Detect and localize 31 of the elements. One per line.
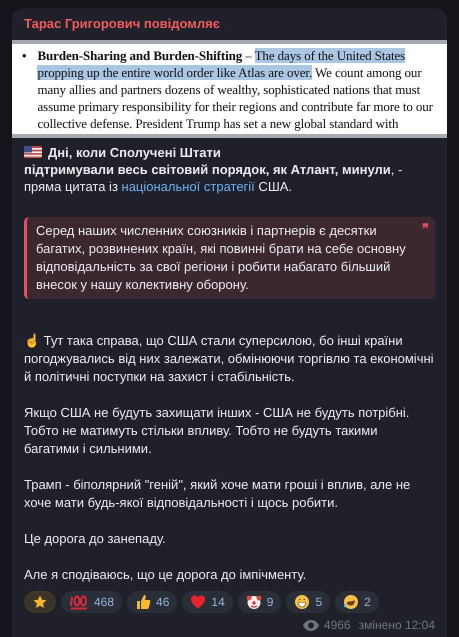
quote-mark: ❞ bbox=[422, 222, 429, 238]
laughing-face-icon bbox=[343, 594, 360, 610]
star-icon bbox=[32, 594, 48, 610]
sender-name: Тарас Григорович повідомляє bbox=[23, 15, 221, 33]
message-paragraph: Це дорога до занепаду. bbox=[24, 530, 167, 548]
view-count: 4966 bbox=[324, 617, 351, 634]
hundred-reaction-button[interactable]: 468 bbox=[61, 591, 122, 613]
flag-icon bbox=[24, 146, 42, 158]
document-image[interactable] bbox=[12, 40, 447, 138]
thumbs-reaction-button[interactable]: 46 bbox=[127, 591, 178, 613]
grinning-face-icon bbox=[294, 594, 310, 610]
quote-text: Серед наших численних союзників і партнерів є десятки багатих, розвинених країн, які повинні брати на себе основну відповідальність за свої регіони і робити набагато більший внесок у нашу колективну оборону. bbox=[36, 222, 407, 294]
grin-reaction-button[interactable]: 5 bbox=[286, 591, 330, 613]
message-paragraph: Трамп - біполярний "геній", який хоче мати гроші і вплив, але не хоче мати будь-якої відповідальності і щось робити. bbox=[24, 476, 412, 512]
message-paragraph: Якщо США не будуть захищати інших - США не будуть потрібні. Тобто не матимуть стільки впливу. Тобто не будуть такими багатими і сильними. bbox=[24, 404, 410, 458]
clown-face-icon bbox=[246, 594, 262, 610]
message-paragraph: Але я сподіваюсь, що це дорога до імпічменту. bbox=[24, 566, 308, 584]
document-paragraph: Burden-Sharing and Burden-Shifting – The days of the United States propping up the entire world order like Atlas are over. We count among our many allies and partners dozens of wealthy, sophisticated nations that must assume primary responsibility for their regions and contribute far more to our collective defense. President Trump has set a new global standard with bbox=[37, 47, 434, 132]
thumbs-up-icon bbox=[135, 594, 152, 610]
bullet-mark: • bbox=[22, 47, 26, 65]
eye-icon bbox=[302, 620, 319, 631]
message-paragraph: ☝ Тут така справа, що США стали суперсилою, бо інші країни погоджувались від них залежати, обмінюючи торгівлю та економічні й політичні поступки на захист і стабільність. bbox=[24, 332, 435, 386]
clown-reaction-button[interactable]: 9 bbox=[238, 591, 282, 613]
hundred-icon bbox=[69, 594, 89, 610]
heart-icon bbox=[190, 594, 206, 610]
headline-text: Дні, коли Сполучені Штати підтримували весь світовий порядок, як Атлант, минули, - пряма цитата із національної стратегії США. bbox=[24, 144, 404, 195]
heart-reaction-button[interactable]: 14 bbox=[182, 591, 233, 613]
strategy-link[interactable]: національної стратегії bbox=[122, 179, 255, 194]
star-reaction-button[interactable] bbox=[24, 591, 56, 613]
laugh-reaction-button[interactable]: 2 bbox=[335, 591, 379, 613]
edited-time: змінено 12:04 bbox=[358, 617, 435, 634]
